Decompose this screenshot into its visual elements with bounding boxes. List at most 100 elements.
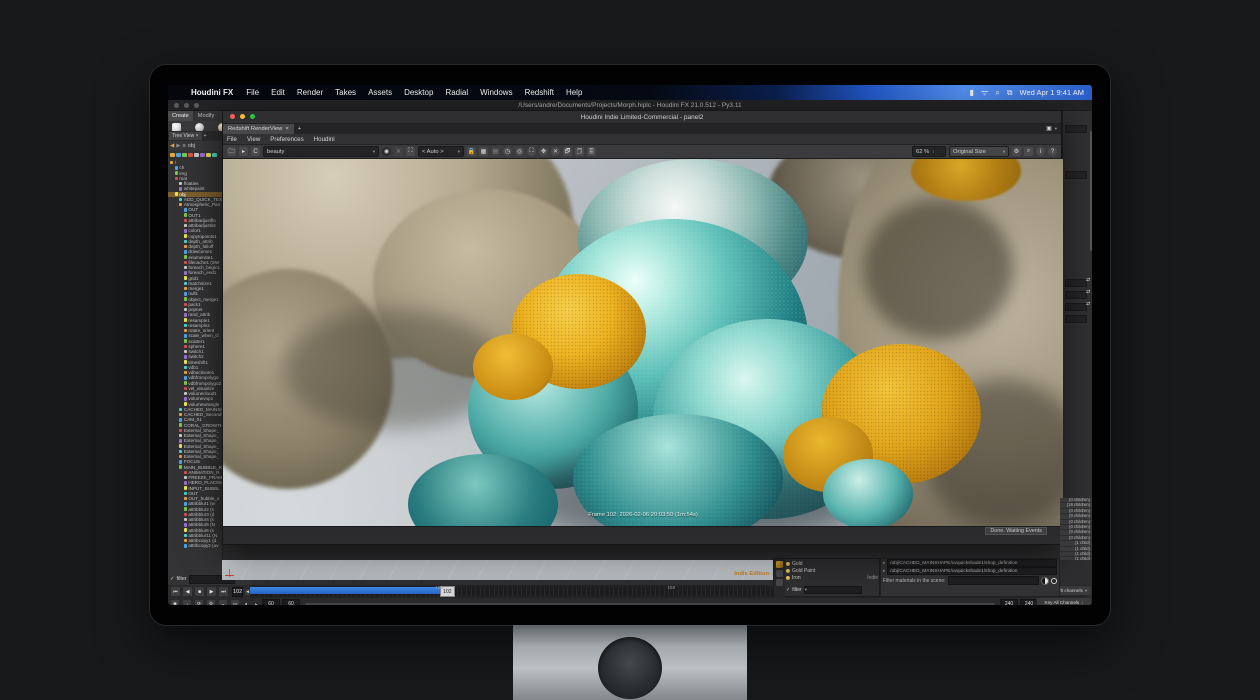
close-tab-icon[interactable]: × — [196, 133, 199, 139]
tree-filter-type-icon[interactable] — [212, 153, 217, 158]
magnifier-icon[interactable]: ⌕ — [1024, 147, 1033, 156]
zoom-window-icon[interactable] — [250, 114, 255, 119]
material-grid-icon[interactable] — [776, 570, 783, 577]
range-end-arrow-icon[interactable]: ⏵ — [252, 600, 260, 605]
minimize-window-icon[interactable] — [184, 103, 189, 108]
camera-auto-dropdown[interactable]: < Auto >▾ — [418, 146, 464, 157]
menubar-item-redshift[interactable]: Redshift — [519, 88, 560, 97]
tree-path-label[interactable]: obj — [188, 143, 195, 149]
export-image-icon[interactable]: 🖺 — [587, 147, 596, 156]
renderview-menu-houdini[interactable]: Houdini — [310, 136, 339, 143]
tree-filter-type-icon[interactable] — [206, 153, 211, 158]
menubar-item-edit[interactable]: Edit — [265, 88, 291, 97]
tree-node[interactable]: attribcopy2 (uv — [168, 543, 222, 548]
range-start-arrow-icon[interactable]: ⏴ — [242, 600, 250, 605]
play-reverse-button[interactable]: ◀ — [182, 586, 193, 597]
node-connect-icon[interactable]: ⇄ — [1086, 277, 1092, 283]
viewport-sliver[interactable]: Indie Edition — [222, 560, 773, 580]
menubar-item-desktop[interactable]: Desktop — [398, 88, 439, 97]
battery-icon[interactable]: ▮ — [970, 88, 974, 97]
add-tab-icon[interactable]: + — [204, 133, 207, 139]
material-row[interactable]: Gold Paint — [786, 567, 880, 574]
close-tab-icon[interactable]: × — [285, 126, 288, 132]
node-connect-icon[interactable]: ⇄ — [1086, 301, 1092, 307]
menubar-item-takes[interactable]: Takes — [329, 88, 362, 97]
gear-icon[interactable]: ⚙ — [1012, 147, 1021, 156]
dopesheet-icon[interactable]: ▭ — [230, 599, 240, 605]
nav-back-icon[interactable]: ◀ — [170, 143, 174, 149]
menubar-item-assets[interactable]: Assets — [362, 88, 398, 97]
playback-start-field[interactable]: 60 — [282, 599, 300, 605]
menubar-app-name[interactable]: Houdini FX — [184, 88, 240, 97]
grid-icon[interactable]: ▦ — [479, 147, 488, 156]
arrows-in-icon[interactable]: ✕ — [551, 147, 560, 156]
material-row[interactable]: Gold — [786, 560, 880, 567]
ring-icon[interactable] — [1051, 578, 1057, 584]
menubar-item-help[interactable]: Help — [560, 88, 588, 97]
pane-maximize-icon[interactable]: ▣ — [1046, 126, 1051, 132]
abort-render-icon[interactable]: ✕ — [394, 147, 403, 156]
nav-forward-icon[interactable]: ▶ — [176, 143, 180, 149]
window-traffic-lights[interactable] — [230, 114, 258, 121]
render-pass-dropdown[interactable]: beauty▾ — [263, 146, 379, 157]
global-start-field[interactable]: 60 — [262, 599, 280, 605]
menubar-item-render[interactable]: Render — [291, 88, 329, 97]
shader-path-row[interactable]: ▸/obj/CACHED_MAINSHAPE/uvquickshade1/sho… — [881, 567, 1059, 575]
tree-filter-type-icon[interactable] — [200, 153, 205, 158]
renderview-menu-view[interactable]: View — [243, 136, 264, 143]
close-window-icon[interactable] — [174, 103, 179, 108]
parameter-field[interactable] — [1065, 171, 1087, 179]
tab-redshift-renderview[interactable]: Redshift RenderView × — [223, 124, 294, 134]
grid-dim-icon[interactable]: ▤ — [491, 147, 500, 156]
tree-filter-type-icon[interactable] — [170, 153, 175, 158]
restart-render-icon[interactable]: C — [251, 147, 260, 156]
realtime-toggle-icon[interactable]: ◉ — [170, 599, 180, 605]
camera-icon[interactable]: ◉ — [382, 147, 391, 156]
current-frame-field[interactable]: 102 — [232, 587, 243, 597]
control-center-icon[interactable]: ⧉ — [1007, 88, 1013, 98]
menubar-item-file[interactable]: File — [240, 88, 265, 97]
clock-icon[interactable]: ◷ — [503, 147, 512, 156]
render-start-icon[interactable]: ▸ — [239, 147, 248, 156]
tree-filter-type-icon[interactable] — [182, 153, 187, 158]
checkmark-icon[interactable]: ✓ — [170, 576, 175, 582]
target-icon[interactable]: ◎ — [515, 147, 524, 156]
parameter-field[interactable] — [1065, 125, 1087, 133]
contrast-circle-icon[interactable] — [1041, 577, 1049, 585]
info-icon[interactable]: i — [1036, 147, 1045, 156]
material-list-icon[interactable] — [776, 579, 783, 586]
curve-icon[interactable]: ~ — [218, 599, 228, 605]
lock-icon[interactable]: 🔒 — [467, 147, 476, 156]
search-icon[interactable]: ⌕ — [995, 88, 999, 98]
help-icon[interactable]: ? — [1048, 147, 1057, 156]
menubar-clock[interactable]: Wed Apr 1 9:41 AM — [1020, 88, 1084, 97]
jump-to-end-button[interactable]: ⏭ — [218, 586, 229, 597]
settings-gear-icon[interactable]: ⚙ — [206, 599, 216, 605]
key-all-channels-dropdown[interactable]: Key All Channels↕ — [1036, 597, 1092, 605]
filter-materials-input[interactable] — [948, 576, 1039, 585]
audio-icon[interactable]: ♪ — [182, 599, 192, 605]
parameter-field[interactable] — [1065, 303, 1087, 311]
renderview-title-bar[interactable]: Houdini Indie Limited-Commercial - panel… — [223, 111, 1061, 124]
tree-filter-type-icon[interactable] — [194, 153, 199, 158]
close-window-icon[interactable] — [230, 114, 235, 119]
zoom-level-field[interactable]: 62 %↕ — [912, 146, 946, 157]
scrollbar[interactable] — [1090, 131, 1093, 251]
tree-filter-type-icon[interactable] — [188, 153, 193, 158]
parameter-field[interactable] — [1065, 291, 1087, 299]
compare-image-icon[interactable]: 🗗 — [563, 147, 572, 156]
arrows-out-icon[interactable]: ✥ — [539, 147, 548, 156]
image-size-dropdown[interactable]: Original Size▾ — [949, 146, 1009, 157]
loop-icon[interactable]: ⟳ — [194, 599, 204, 605]
layers-icon[interactable]: 🗇 — [575, 147, 584, 156]
minimize-window-icon[interactable] — [240, 114, 245, 119]
tree-filter-type-icon[interactable] — [176, 153, 181, 158]
material-filter-input[interactable]: ▾ — [804, 586, 862, 594]
node-connect-icon[interactable]: ⇄ — [1086, 289, 1092, 295]
material-thumbnail[interactable] — [776, 561, 783, 568]
material-row[interactable]: IronIndie — [786, 574, 880, 581]
shader-path-row[interactable]: ▸/obj/CACHED_MAINSHAPE/uvquickshade1/sho… — [881, 559, 1059, 567]
menubar-item-windows[interactable]: Windows — [474, 88, 518, 97]
shelf-tab-modify[interactable]: Modify — [194, 111, 219, 121]
pane-menu-icon[interactable]: ▾ — [1055, 126, 1057, 132]
